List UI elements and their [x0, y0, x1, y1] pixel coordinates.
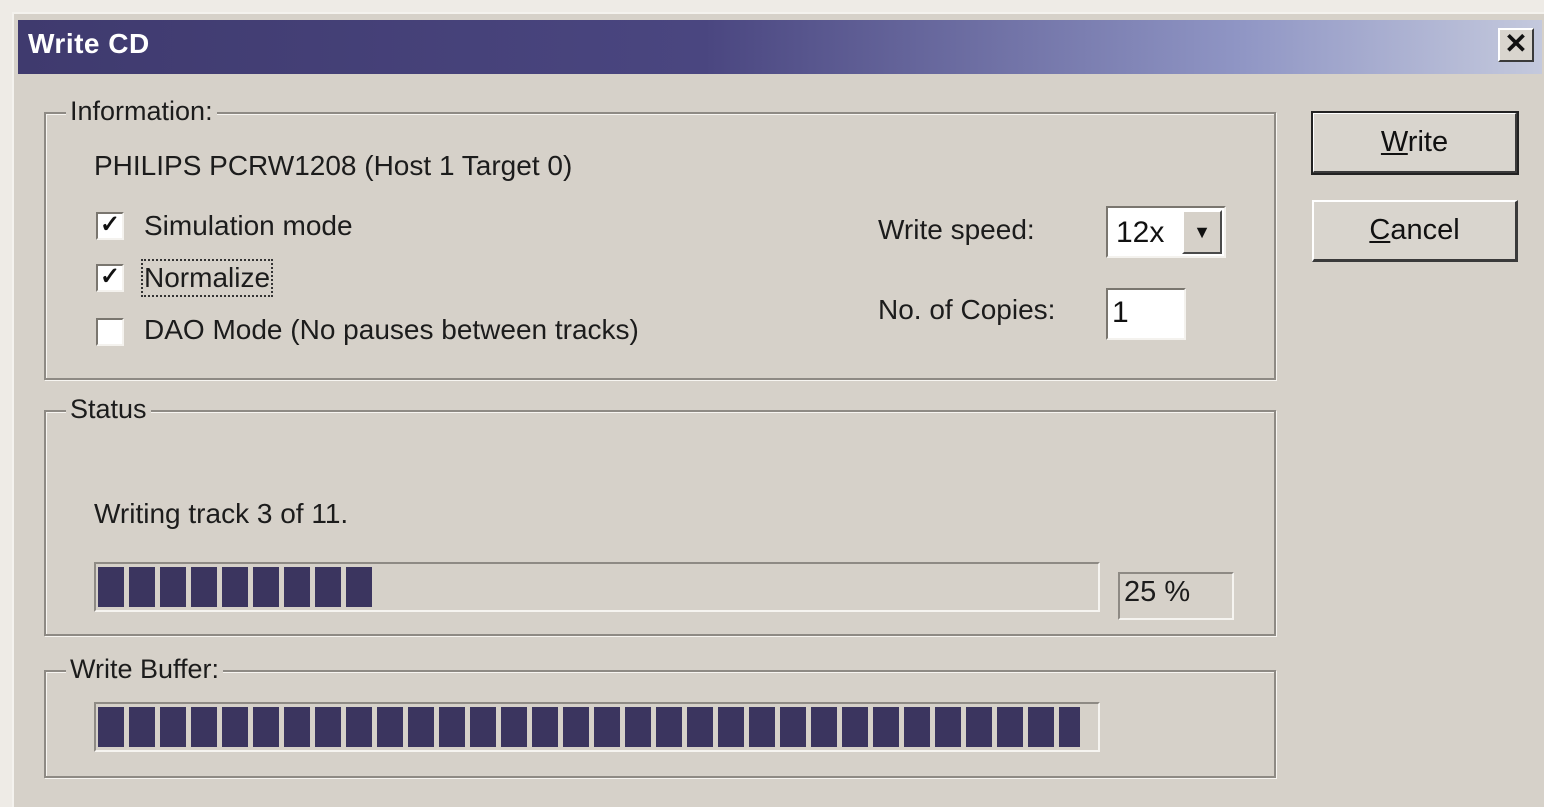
- title-bar[interactable]: Write CD ✕: [18, 20, 1542, 74]
- write-button-label: rite: [1407, 126, 1449, 158]
- write-buffer-bar: [94, 702, 1100, 752]
- cancel-button[interactable]: Cancel: [1312, 200, 1518, 262]
- write-speed-select[interactable]: 12x ▼: [1106, 206, 1226, 258]
- write-speed-label: Write speed:: [878, 214, 1035, 245]
- simulation-mode-checkbox[interactable]: ✓: [96, 212, 124, 240]
- cancel-button-label: ancel: [1390, 214, 1460, 246]
- write-button-mnemonic: W: [1380, 126, 1408, 158]
- normalize-checkbox[interactable]: ✓: [96, 264, 124, 292]
- write-buffer-group-label: Write Buffer:: [66, 654, 224, 685]
- normalize-label[interactable]: Normalize: [140, 259, 274, 297]
- status-group-label: Status: [66, 394, 151, 425]
- progress-percent: 25 %: [1118, 572, 1234, 620]
- dao-mode-checkbox[interactable]: [96, 318, 124, 346]
- simulation-mode-label[interactable]: Simulation mode: [144, 210, 353, 242]
- information-group-label: Information:: [66, 96, 217, 127]
- write-buffer-fill: [98, 707, 1080, 747]
- dropdown-arrow-icon[interactable]: ▼: [1182, 210, 1222, 254]
- write-cd-dialog: Write CD ✕ Information: PHILIPS PCRW1208…: [12, 12, 1544, 807]
- write-speed-value: 12x: [1116, 216, 1165, 249]
- copies-input[interactable]: 1: [1106, 288, 1186, 340]
- device-name: PHILIPS PCRW1208 (Host 1 Target 0): [94, 150, 573, 181]
- status-message: Writing track 3 of 11.: [94, 498, 349, 529]
- close-button[interactable]: ✕: [1498, 28, 1534, 62]
- close-icon: ✕: [1504, 28, 1528, 59]
- copies-label: No. of Copies:: [878, 294, 1056, 325]
- write-button[interactable]: Write: [1311, 111, 1519, 175]
- dao-mode-label[interactable]: DAO Mode (No pauses between tracks): [144, 314, 639, 346]
- check-mark-icon: ✓: [99, 211, 121, 238]
- window-title: Write CD: [28, 28, 150, 59]
- write-progress-fill: [98, 567, 376, 607]
- write-progress-bar: [94, 562, 1100, 612]
- cancel-button-mnemonic: C: [1369, 214, 1391, 246]
- check-mark-icon: ✓: [99, 263, 121, 290]
